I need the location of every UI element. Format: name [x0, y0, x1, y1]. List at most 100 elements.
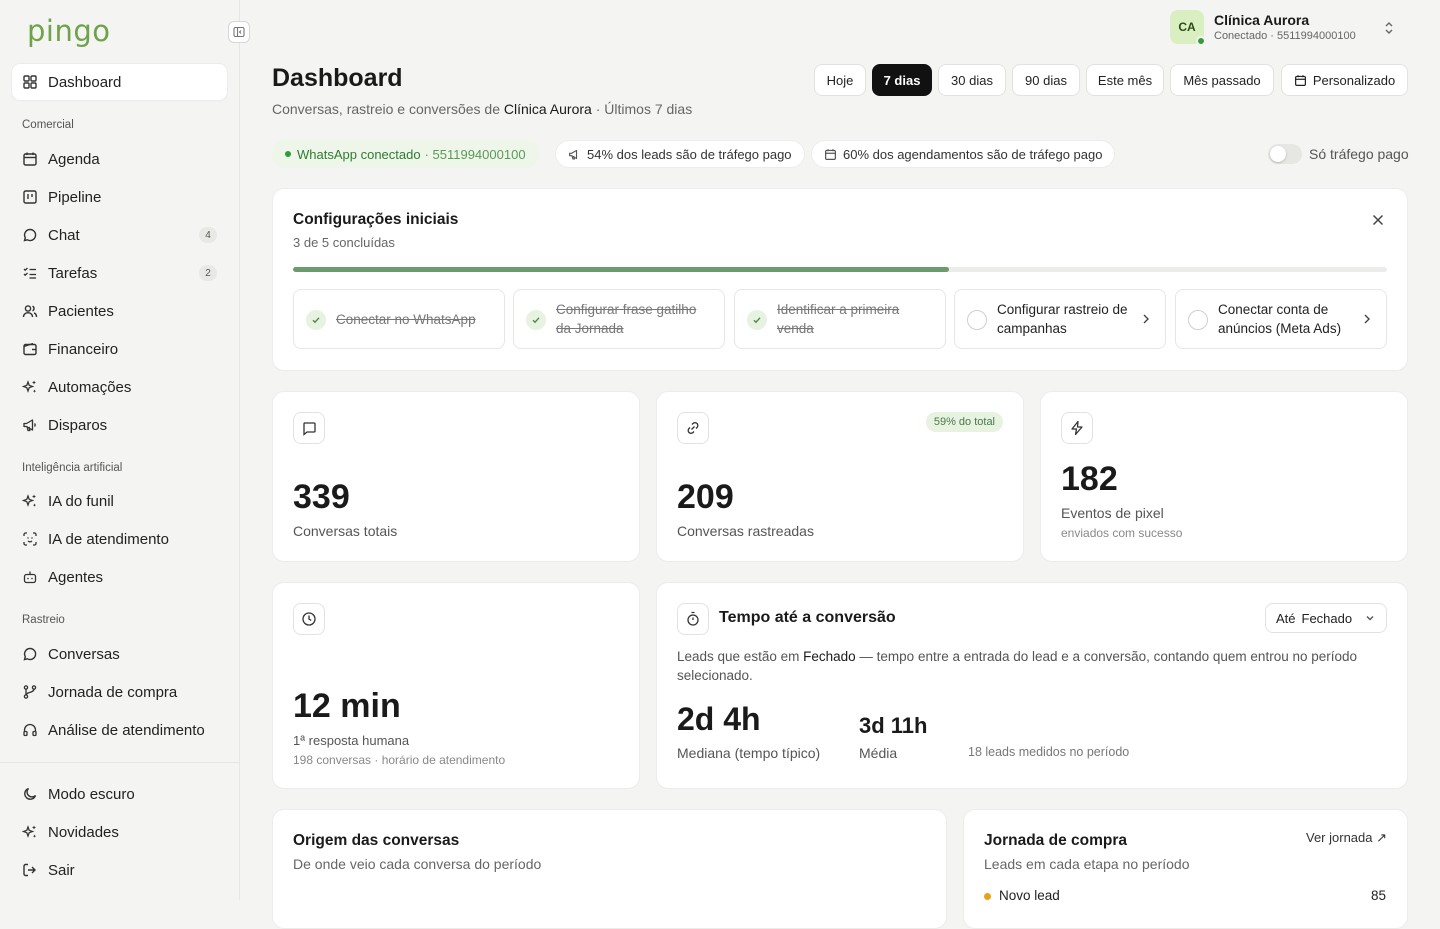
sidebar-item-disparos[interactable]: Disparos [12, 407, 227, 443]
empty-circle-icon [1188, 310, 1208, 330]
sidebar-item-label: Financeiro [48, 340, 119, 358]
timer-icon [677, 603, 709, 635]
git-branch-icon [22, 684, 38, 700]
check-icon [526, 310, 546, 330]
megaphone-icon [22, 417, 38, 433]
setup-progress-fill [293, 267, 950, 272]
collapse-sidebar-button[interactable] [228, 21, 250, 43]
sidebar-item-label: Disparos [48, 416, 108, 434]
subtitle-prefix: Conversas, rastreio e conversões de [272, 101, 500, 117]
stage-select[interactable]: Até Fechado [1265, 603, 1387, 633]
sidebar-item-sair[interactable]: Sair [12, 852, 227, 888]
unread-badge: 4 [199, 227, 217, 243]
range-personalizado-button[interactable]: Personalizado [1281, 64, 1408, 96]
check-icon [747, 310, 767, 330]
sidebar-item-pacientes[interactable]: Pacientes [12, 293, 227, 329]
setup-step-frase-gatilho[interactable]: Configurar frase gatilho da Jornada [513, 289, 725, 349]
chevrons-up-down-icon [1382, 20, 1396, 41]
page-title: Dashboard [272, 64, 403, 92]
setup-step-primeira-venda[interactable]: Identificar a primeira venda [734, 289, 946, 349]
list-checks-icon [22, 265, 38, 281]
kanban-icon [22, 189, 38, 205]
view-journey-link[interactable]: Ver jornada ↗ [1306, 830, 1387, 846]
online-status-dot [1196, 36, 1206, 46]
zap-icon [1061, 412, 1093, 444]
setup-progress-text: 3 de 5 concluídas [293, 235, 395, 250]
log-out-icon [22, 862, 38, 878]
whatsapp-number: · 5511994000100 [424, 146, 526, 162]
sidebar-item-conversas[interactable]: Conversas [12, 636, 227, 672]
sparkles-icon [22, 493, 38, 509]
sidebar-item-label: IA do funil [48, 492, 114, 510]
sidebar-item-novidades[interactable]: Novidades [12, 814, 227, 850]
sidebar-item-tarefas[interactable]: Tarefas 2 [12, 255, 227, 291]
sidebar-item-label: Agenda [48, 150, 100, 168]
range-7-dias-button[interactable]: 7 dias [872, 64, 932, 96]
account-switcher[interactable]: CA Clínica Aurora Conectado · 5511994000… [1170, 10, 1400, 48]
stat-card-tracked: 59% do total 209 Conversas rastreadas [656, 391, 1024, 562]
conversion-time-card: Tempo até a conversão Até Fechado Leads … [656, 582, 1408, 789]
journey-stage-label: Novo lead [999, 888, 1060, 903]
setup-step-rastreio-campanhas[interactable]: Configurar rastreio de campanhas [954, 289, 1166, 349]
range-hoje-button[interactable]: Hoje [814, 64, 866, 96]
sidebar-item-label: Pipeline [48, 188, 102, 206]
sidebar-item-label: Dashboard [48, 73, 122, 91]
sidebar-item-chat[interactable]: Chat 4 [12, 217, 227, 253]
sidebar-item-label: Tarefas [48, 264, 98, 282]
stat-label: 1ª resposta humana [293, 733, 410, 748]
sidebar-item-analise[interactable]: Análise de atendimento [12, 712, 227, 748]
task-count-badge: 2 [199, 265, 217, 281]
desc-stage: Fechado [803, 649, 856, 664]
sidebar-item-dashboard[interactable]: Dashboard [12, 64, 227, 100]
sidebar-item-pipeline[interactable]: Pipeline [12, 179, 227, 215]
sidebar-item-ia-funil[interactable]: IA do funil [12, 483, 227, 519]
empty-circle-icon [967, 310, 987, 330]
sidebar-divider [0, 762, 240, 763]
users-icon [22, 303, 38, 319]
measured-leads-text: 18 leads medidos no período [968, 745, 1130, 759]
setup-title: Configurações iniciais [293, 211, 459, 228]
whatsapp-status-pill: WhatsApp conectado · 5511994000100 [272, 140, 539, 168]
range-este-mes-button[interactable]: Este mês [1086, 64, 1164, 96]
setup-step-meta-ads[interactable]: Conectar conta de anúncios (Meta Ads) [1175, 289, 1387, 349]
section-title-comercial: Comercial [22, 119, 74, 131]
sidebar-item-financeiro[interactable]: Financeiro [12, 331, 227, 367]
sidebar-item-agentes[interactable]: Agentes [12, 559, 227, 595]
chevron-down-icon [1364, 612, 1376, 627]
setup-card: Configurações iniciais 3 de 5 concluídas… [272, 188, 1408, 371]
panel-left-icon [233, 26, 245, 38]
sidebar-item-ia-atendimento[interactable]: IA de atendimento [12, 521, 227, 557]
sidebar-item-automacoes[interactable]: Automações [12, 369, 227, 405]
close-icon[interactable] [1371, 213, 1385, 232]
sparkles-icon [22, 379, 38, 395]
account-name: Clínica Aurora [1214, 12, 1310, 28]
origin-title: Origem das conversas [293, 832, 460, 849]
sidebar-item-jornada[interactable]: Jornada de compra [12, 674, 227, 710]
paid-traffic-toggle-label: Só tráfego pago [1309, 146, 1409, 162]
sidebar-item-label: Agentes [48, 568, 104, 586]
subtitle-clinic: Clínica Aurora [503, 101, 592, 117]
sidebar: pingo Dashboard Comercial Agenda Pipelin… [0, 0, 250, 900]
journey-row[interactable]: Novo lead 85 [984, 888, 1386, 903]
journey-stage-count: 85 [1370, 888, 1386, 903]
origin-card: Origem das conversas De onde veio cada c… [272, 809, 947, 929]
range-mes-passado-button[interactable]: Mês passado [1170, 64, 1274, 96]
range-90-dias-button[interactable]: 90 dias [1012, 64, 1080, 96]
paid-traffic-toggle[interactable] [1268, 144, 1302, 164]
moon-icon [22, 786, 38, 802]
stat-note: enviados com sucesso [1061, 526, 1183, 540]
stat-card-total: 339 Conversas totais [272, 391, 640, 562]
conversion-title: Tempo até a conversão [719, 609, 896, 626]
journey-title: Jornada de compra [984, 832, 1127, 849]
app-logo: pingo [27, 14, 111, 48]
calendar-icon [824, 148, 837, 161]
stage-select-value: Fechado [1301, 610, 1353, 626]
stat-value: 182 [1061, 460, 1118, 498]
range-30-dias-button[interactable]: 30 dias [938, 64, 1006, 96]
megaphone-icon [568, 148, 581, 161]
stat-value: 12 min [293, 687, 401, 725]
setup-step-whatsapp[interactable]: Conectar no WhatsApp [293, 289, 505, 349]
sidebar-item-label: IA de atendimento [48, 530, 169, 548]
sidebar-item-agenda[interactable]: Agenda [12, 141, 227, 177]
sidebar-item-modo-escuro[interactable]: Modo escuro [12, 776, 227, 812]
